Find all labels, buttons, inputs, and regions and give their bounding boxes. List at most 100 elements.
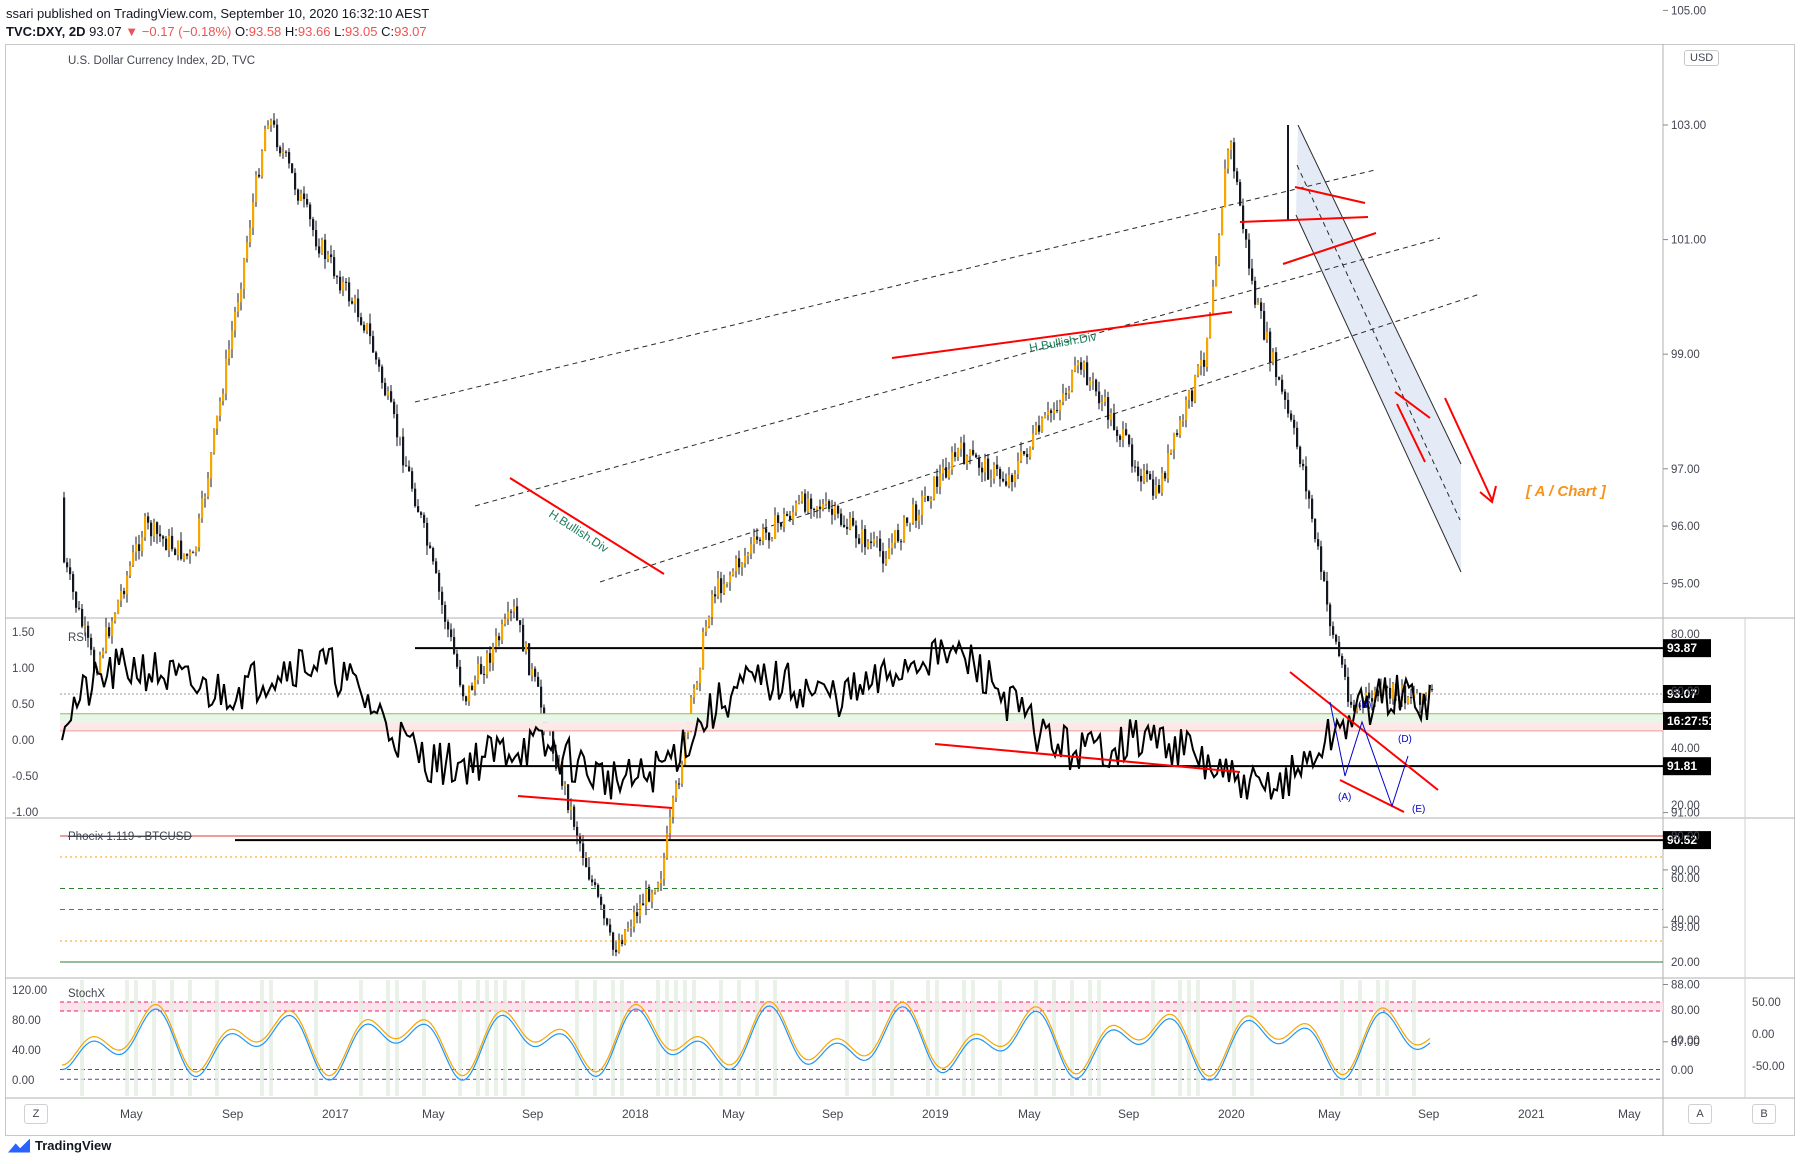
candle-body — [1044, 415, 1047, 418]
candle-body — [204, 496, 207, 499]
candle-body — [1182, 420, 1185, 422]
candle-body — [1299, 446, 1302, 464]
stoch-left-tick: 80.00 — [12, 1015, 41, 1027]
stoch-band-high — [60, 1002, 1663, 1011]
rsi-left-tick: 0.50 — [12, 699, 34, 711]
candle-body — [1056, 409, 1059, 411]
candle-body — [114, 613, 117, 622]
candle-body — [966, 456, 969, 465]
candle-body — [930, 498, 933, 502]
candle-body — [876, 538, 879, 540]
candle-body — [831, 508, 834, 515]
candle-body — [663, 858, 666, 880]
candle-body — [570, 806, 573, 811]
candle-body — [1332, 626, 1335, 635]
candle-body — [723, 584, 726, 594]
candle-body — [438, 572, 441, 592]
candle-body — [78, 607, 81, 609]
candle-body — [945, 467, 948, 478]
candle-body — [216, 415, 219, 429]
candle-body — [1011, 475, 1014, 483]
candle-body — [99, 654, 102, 674]
scale-b-button[interactable]: B — [1752, 1104, 1776, 1124]
candle-body — [906, 517, 909, 523]
candle-body — [261, 150, 264, 177]
candle-body — [1341, 655, 1344, 665]
candle-body — [879, 538, 882, 552]
candle-body — [864, 528, 867, 548]
candle-body — [198, 518, 201, 548]
candle-body — [1389, 688, 1392, 699]
candle-body — [432, 548, 435, 562]
candle-body — [288, 152, 291, 164]
candle-body — [1227, 150, 1230, 169]
candle-body — [1233, 142, 1236, 172]
candle-body — [306, 199, 309, 205]
candle-body — [264, 128, 267, 151]
candle-body — [582, 843, 585, 858]
candle-body — [219, 401, 222, 416]
phoeix-right-tick: 40.00 — [1671, 915, 1700, 927]
candle-body — [978, 457, 981, 468]
candle-body — [1107, 397, 1110, 420]
candle-body — [1308, 491, 1311, 499]
phoeix-right-tick: 60.00 — [1671, 873, 1700, 885]
candle-body — [852, 518, 855, 526]
candle-body — [1041, 417, 1044, 432]
channel-lower — [1295, 214, 1462, 573]
candle-body — [924, 496, 927, 498]
arrow-head-icon — [1479, 485, 1497, 504]
candle-body — [837, 505, 840, 514]
phoeix-right-tick: 20.00 — [1671, 957, 1700, 969]
candle-body — [417, 506, 420, 513]
candle-body — [1197, 365, 1200, 376]
candle-body — [474, 679, 477, 691]
stoch-highlight-bar — [1250, 980, 1254, 1096]
tradingview-logo-text: TradingView — [35, 1138, 112, 1153]
candle-body — [525, 643, 528, 652]
stoch-highlight-bar — [359, 980, 363, 1096]
candle-body — [732, 571, 735, 575]
stoch-highlight-bar — [719, 980, 723, 1096]
rsi-div-line-2 — [934, 743, 1241, 773]
candle-body — [885, 558, 888, 564]
candle-body — [1425, 693, 1428, 695]
time-axis-label: Sep — [822, 1107, 844, 1121]
stoch-highlight-bar — [1178, 980, 1182, 1096]
candle-body — [1410, 697, 1413, 699]
candle-body — [1245, 229, 1248, 240]
candle-body — [1119, 435, 1122, 440]
candle-body — [1089, 380, 1092, 386]
candle-body — [504, 618, 507, 624]
candle-body — [807, 498, 810, 512]
candle-body — [1158, 485, 1161, 493]
candle-body — [816, 506, 819, 510]
candle-body — [828, 501, 831, 509]
candle-body — [894, 530, 897, 543]
stoch-highlight-bar — [503, 980, 507, 1096]
tradingview-logo[interactable]: TradingView — [8, 1138, 111, 1153]
candle-body — [1320, 546, 1323, 572]
candle-body — [711, 594, 714, 618]
candle-body — [798, 501, 801, 503]
candle-body — [408, 466, 411, 472]
candle-body — [843, 524, 846, 527]
auto-scale-button[interactable]: A — [1688, 1104, 1712, 1124]
candle-body — [66, 562, 69, 568]
candle-body — [315, 230, 318, 247]
currency-button[interactable]: USD — [1684, 50, 1720, 66]
candle-body — [444, 604, 447, 622]
candle-body — [84, 625, 87, 627]
tradingview-logo-icon — [8, 1138, 30, 1153]
candle-body — [87, 625, 90, 638]
chart-canvas[interactable]: 105.00 103.00 101.00 99.00 97.00 96.00 95.00 91… — [0, 0, 1800, 1164]
stoch-highlight-bar — [1196, 980, 1200, 1096]
scale-z-button[interactable]: Z — [24, 1104, 48, 1124]
candle-body — [411, 471, 414, 489]
candle-body — [1266, 331, 1269, 340]
candle-body — [1092, 379, 1095, 381]
candle-body — [1143, 470, 1146, 482]
candle-body — [1338, 641, 1341, 656]
candle-body — [1035, 425, 1038, 434]
candle-body — [189, 552, 192, 556]
